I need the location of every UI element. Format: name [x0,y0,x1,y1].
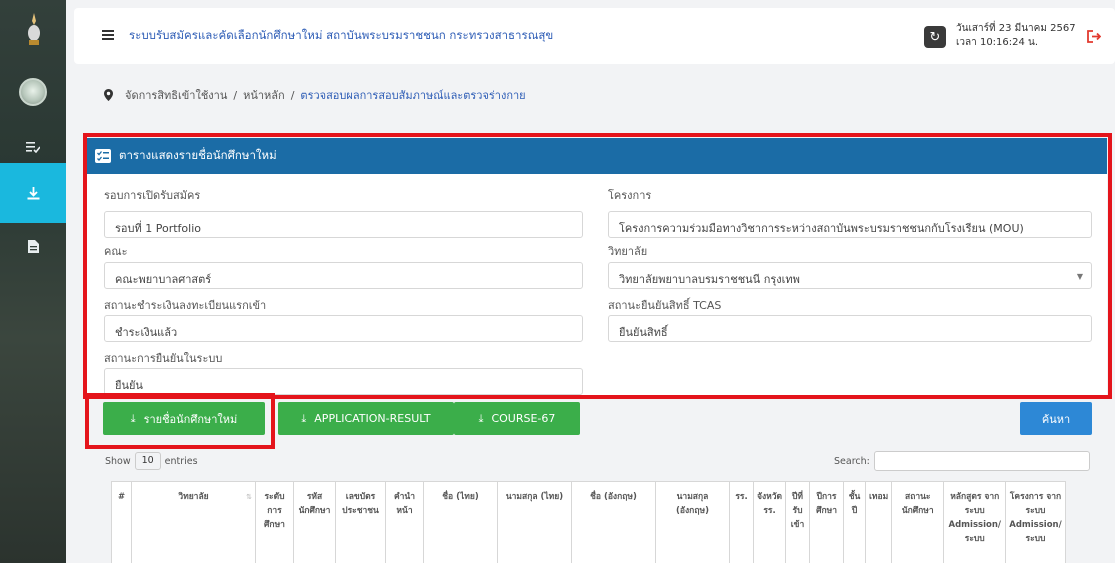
project-field[interactable]: โครงการความร่วมมือทางวิชาการระหว่างสถาบั… [608,211,1092,238]
payment-field[interactable]: ชำระเงินแล้ว [104,315,583,342]
college-select-value: วิทยาลัยพยาบาลบรมราชชนนี กรุงเทพ [619,273,800,286]
confirm-label: สถานะการยืนยันในระบบ [104,352,223,365]
column-header-last-name-th[interactable]: นามสกุล (ไทย) [497,481,572,563]
card-header: ตารางแสดงรายชื่อนักศึกษาใหม่ [85,138,1107,174]
column-header-first-name-en[interactable]: ชื่อ (อังกฤษ) [571,481,656,563]
download-icon: ⤓ [478,411,484,425]
search-button[interactable]: ค้นหา [1020,402,1092,435]
data-table-area: Show 10 entries Search: # วิทยาลัย ⇅ ระดั… [105,447,1095,563]
document-icon [27,239,39,253]
download-icon: ⤓ [130,411,136,425]
download-icon: ⤓ [301,411,307,425]
column-header-college[interactable]: วิทยาลัย ⇅ [131,481,256,563]
round-label: รอบการเปิดรับสมัคร [104,189,201,202]
sidebar [0,0,66,563]
download-icon [27,186,39,199]
confirm-field[interactable]: ยืนยัน [104,368,583,395]
main-content: ระบบรับสมัครและคัดเลือกนักศึกษาใหม่ สถาบ… [66,0,1115,563]
course-button-label: COURSE-67 [491,412,556,425]
filter-card: ตารางแสดงรายชื่อนักศึกษาใหม่ รอบการเปิดร… [85,138,1107,398]
new-students-button[interactable]: ⤓ รายชื่อนักศึกษาใหม่ [103,402,265,435]
payment-label: สถานะชำระเงินลงทะเบียนแรกเข้า [104,299,267,312]
breadcrumb-item-permissions[interactable]: จัดการสิทธิเข้าใช้งาน [125,86,227,104]
search-button-label: ค้นหา [1041,412,1071,426]
hamburger-icon[interactable] [102,30,114,40]
logout-icon[interactable] [1087,30,1101,43]
column-header-province[interactable]: จังหวัด รร. [752,481,787,563]
breadcrumb: จัดการสิทธิเข้าใช้งาน / หน้าหลัก / ตรวจส… [104,86,526,104]
column-header-project[interactable]: โครงการ จากระบบ Admission/ ระบบ [1005,481,1066,563]
sidebar-item-download[interactable] [0,163,66,223]
breadcrumb-separator: / [233,88,238,102]
table-header-row: # วิทยาลัย ⇅ ระดับการศึกษา รหัสนักศึกษา เ… [111,481,1066,563]
checklist-icon [95,149,111,163]
show-label: Show [105,455,131,467]
column-header-citizen-id[interactable]: เลขบัตรประชาชน [335,481,386,563]
column-header-academic-year[interactable]: ปีการศึกษา [809,481,845,563]
column-header-student-status[interactable]: สถานะนักศึกษา [891,481,945,563]
course-button[interactable]: ⤓ COURSE-67 [454,402,580,435]
app-title: ระบบรับสมัครและคัดเลือกนักศึกษาใหม่ สถาบ… [129,28,554,42]
entries-label: entries [164,455,198,467]
avatar[interactable] [19,78,47,106]
column-header-level[interactable]: ระดับการศึกษา [255,481,294,563]
breadcrumb-current: ตรวจสอบผลการสอบสัมภาษณ์และตรวจร่างกาย [300,89,526,102]
faculty-label: คณะ [104,245,128,258]
entries-select[interactable]: 10 [134,452,161,470]
current-time: เวลา 10:16:24 น. [956,37,1039,48]
sidebar-item-document[interactable] [0,226,66,266]
round-field[interactable]: รอบที่ 1 Portfolio [104,211,583,238]
column-header-last-name-en[interactable]: นามสกุล (อังกฤษ) [655,481,730,563]
column-header-school[interactable]: รร. [729,481,754,563]
students-table: # วิทยาลัย ⇅ ระดับการศึกษา รหัสนักศึกษา เ… [111,481,1066,563]
location-pin-icon [104,89,113,101]
column-header-term[interactable]: เทอม [865,481,893,563]
table-search-input[interactable] [874,451,1090,471]
application-result-button-label: APPLICATION-RESULT [314,412,431,425]
list-check-icon [26,142,40,153]
tcas-label: สถานะยืนยันสิทธิ์ TCAS [608,299,722,312]
current-date: วันเสาร์ที่ 23 มีนาคม 2567 [956,23,1076,34]
top-bar: ระบบรับสมัครและคัดเลือกนักศึกษาใหม่ สถาบ… [74,8,1115,64]
new-students-button-label: รายชื่อนักศึกษาใหม่ [143,412,238,426]
faculty-field[interactable]: คณะพยาบาลศาสตร์ [104,262,583,289]
chevron-down-icon: ▼ [1076,272,1083,281]
column-header-year-level[interactable]: ชั้นปี [843,481,867,563]
breadcrumb-separator: / [290,88,295,102]
college-label: วิทยาลัย [608,245,648,258]
column-header-index[interactable]: # [111,481,132,563]
project-label: โครงการ [608,189,652,202]
column-header-admit-year[interactable]: ปีที่รับเข้า [785,481,811,563]
column-header-prefix[interactable]: คำนำหน้า [385,481,424,563]
sidebar-item-list[interactable] [0,127,66,167]
refresh-icon: ↻ [929,29,941,45]
show-entries: Show 10 entries [105,452,198,470]
tcas-field[interactable]: ยืนยันสิทธิ์ [608,315,1092,342]
column-header-curriculum[interactable]: หลักสูตร จากระบบ Admission/ ระบบ [943,481,1007,563]
datetime: วันเสาร์ที่ 23 มีนาคม 2567 เวลา 10:16:24… [956,22,1076,50]
column-header-student-id[interactable]: รหัสนักศึกษา [293,481,336,563]
refresh-button[interactable]: ↻ [924,26,946,48]
logo-icon [28,13,40,45]
card-title: ตารางแสดงรายชื่อนักศึกษาใหม่ [119,148,277,162]
search-label: Search: [834,456,870,467]
college-select[interactable]: วิทยาลัยพยาบาลบรมราชชนนี กรุงเทพ ▼ [608,262,1092,289]
breadcrumb-item-home[interactable]: หน้าหลัก [243,86,285,104]
column-header-first-name-th[interactable]: ชื่อ (ไทย) [423,481,498,563]
application-result-button[interactable]: ⤓ APPLICATION-RESULT [278,402,454,435]
